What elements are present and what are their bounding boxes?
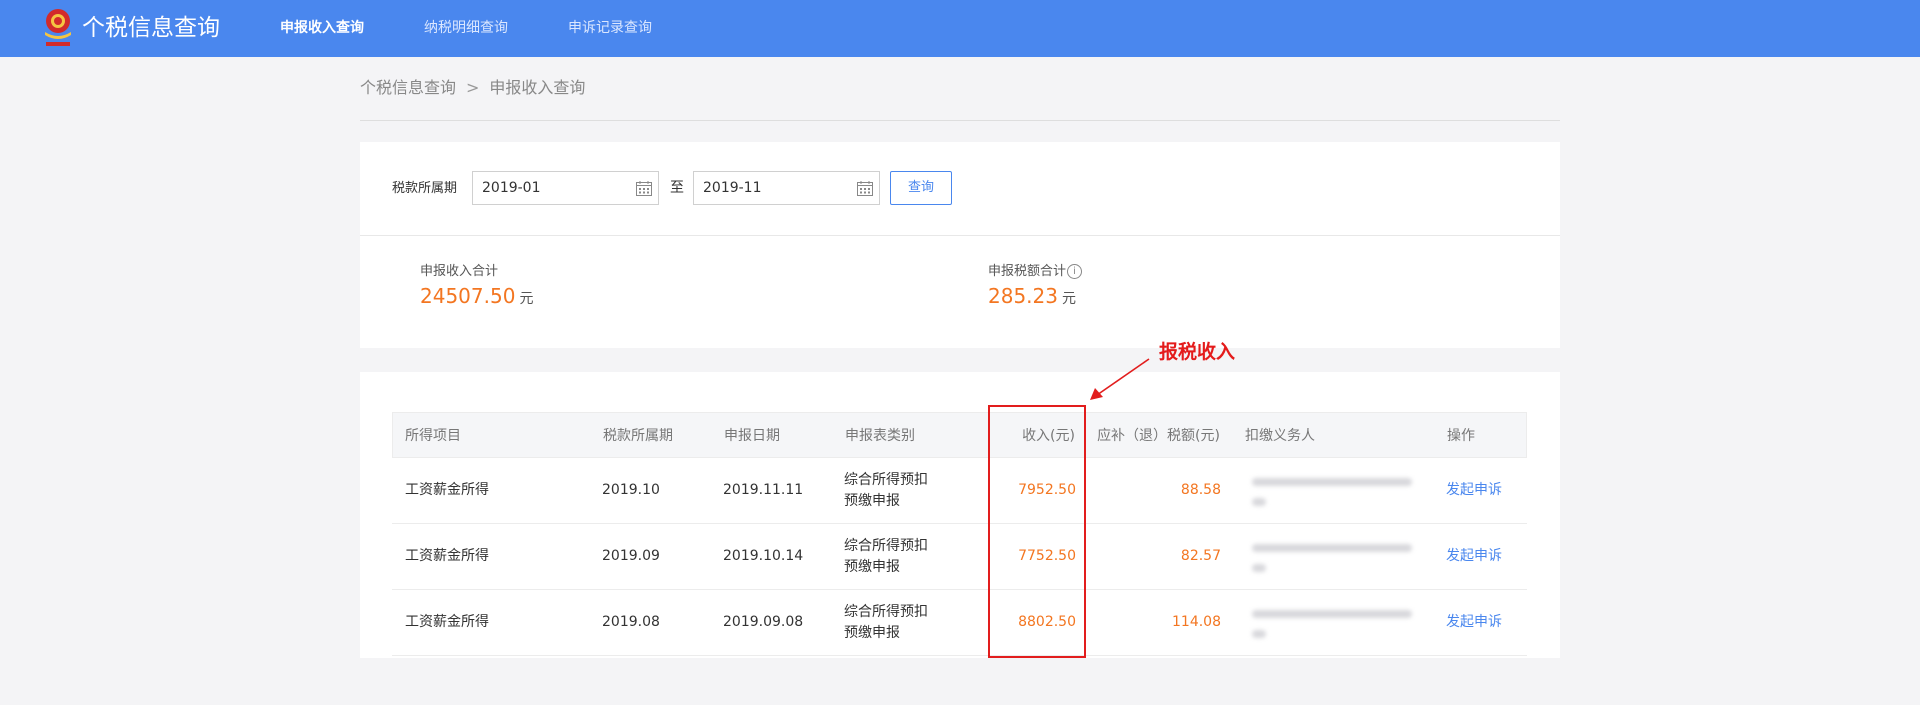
form-type-line2: 预缴申报 — [844, 493, 900, 509]
table-row: 工资薪金所得 2019.09 2019.10.14 综合所得预扣 预缴申报 775… — [392, 524, 1527, 590]
form-type-line2: 预缴申报 — [844, 559, 900, 575]
end-period-input[interactable] — [694, 172, 844, 204]
breadcrumb-root[interactable]: 个税信息查询 — [360, 78, 456, 97]
appeal-link[interactable]: 发起申诉 — [1446, 546, 1502, 566]
cell-tax-period: 2019.09 — [602, 548, 660, 564]
blurred-agent-name — [1252, 498, 1266, 506]
annotation-label: 报税收入 — [1159, 341, 1236, 363]
form-type-line2: 预缴申报 — [844, 625, 900, 641]
col-form-type: 申报表类别 — [845, 428, 915, 444]
blurred-agent-name — [1252, 630, 1266, 638]
cell-form-type: 综合所得预扣 预缴申报 — [844, 470, 928, 512]
breadcrumb-divider — [360, 120, 1560, 121]
appeal-link[interactable]: 发起申诉 — [1446, 480, 1502, 500]
cell-tax-due: 82.57 — [1180, 548, 1221, 564]
breadcrumb-current: 申报收入查询 — [489, 78, 586, 97]
cell-declare-date: 2019.09.08 — [723, 614, 804, 630]
table-row: 工资薪金所得 2019.08 2019.09.08 综合所得预扣 预缴申报 880… — [392, 590, 1527, 656]
tax-emblem-icon — [45, 9, 71, 46]
income-unit: 元 — [519, 291, 534, 307]
cell-tax-due: 88.58 — [1180, 482, 1221, 498]
table-row: 工资薪金所得 2019.10 2019.11.11 综合所得预扣 预缴申报 795… — [392, 458, 1527, 524]
tax-unit: 元 — [1061, 291, 1076, 307]
col-action: 操作 — [1447, 428, 1475, 444]
form-type-line1: 综合所得预扣 — [844, 538, 928, 554]
cell-income-item: 工资薪金所得 — [405, 614, 489, 630]
declared-tax-total-value: 285.23 — [988, 284, 1058, 308]
end-period-picker[interactable] — [693, 171, 880, 205]
blurred-agent-name — [1252, 564, 1266, 572]
top-navigation-bar: 个税信息查询 申报收入查询 纳税明细查询 申诉记录查询 — [0, 0, 1920, 57]
form-type-line1: 综合所得预扣 — [844, 472, 928, 488]
annotation-arrow-icon — [1090, 358, 1150, 400]
declared-income-total-value: 24507.50 — [420, 284, 516, 308]
cell-income-item: 工资薪金所得 — [405, 548, 489, 564]
panel-divider — [360, 235, 1560, 236]
col-withholding-agent: 扣缴义务人 — [1245, 428, 1315, 444]
cell-form-type: 综合所得预扣 预缴申报 — [844, 602, 928, 644]
app-title: 个税信息查询 — [82, 15, 220, 41]
declared-income-total: 24507.50 元 — [420, 282, 533, 313]
cell-income-item: 工资薪金所得 — [405, 482, 489, 498]
tax-period-label: 税款所属期 — [392, 181, 458, 196]
cell-form-type: 综合所得预扣 预缴申报 — [844, 536, 928, 578]
col-tax-period: 税款所属期 — [603, 428, 673, 444]
income-table-panel: 所得项目 税款所属期 申报日期 申报表类别 收入(元) 应补（退）税额(元) 扣… — [360, 372, 1560, 658]
calendar-icon[interactable] — [857, 181, 873, 196]
col-tax-due: 应补（退）税额(元) — [1097, 428, 1220, 444]
query-button[interactable]: 查询 — [890, 171, 952, 205]
table-header: 所得项目 税款所属期 申报日期 申报表类别 收入(元) 应补（退）税额(元) 扣… — [392, 412, 1527, 458]
form-type-line1: 综合所得预扣 — [844, 604, 928, 620]
breadcrumb-separator: > — [466, 78, 480, 97]
cell-tax-period: 2019.08 — [602, 614, 660, 630]
start-period-input[interactable] — [473, 172, 623, 204]
start-period-picker[interactable] — [472, 171, 659, 205]
cell-declare-date: 2019.11.11 — [723, 482, 804, 498]
info-icon[interactable]: i — [1067, 264, 1083, 279]
cell-declare-date: 2019.10.14 — [723, 548, 804, 564]
cell-tax-period: 2019.10 — [602, 482, 660, 498]
breadcrumb: 个税信息查询 > 申报收入查询 — [360, 77, 585, 99]
appeal-link[interactable]: 发起申诉 — [1446, 612, 1502, 632]
nav-declared-income[interactable]: 申报收入查询 — [280, 18, 364, 38]
to-separator: 至 — [670, 180, 684, 196]
blurred-agent-name — [1252, 478, 1412, 486]
declared-tax-total-label: 申报税额合计 i — [988, 263, 1083, 281]
nav-appeal-records[interactable]: 申诉记录查询 — [568, 18, 652, 38]
col-income-item: 所得项目 — [405, 428, 461, 444]
nav-tax-details[interactable]: 纳税明细查询 — [424, 18, 508, 38]
blurred-agent-name — [1252, 610, 1412, 618]
declared-tax-total: 285.23 元 — [988, 282, 1076, 313]
declared-income-total-label: 申报收入合计 — [420, 264, 499, 279]
income-column-highlight — [988, 405, 1086, 658]
blurred-agent-name — [1252, 544, 1412, 552]
cell-tax-due: 114.08 — [1172, 614, 1221, 630]
col-declare-date: 申报日期 — [724, 428, 780, 444]
filter-summary-panel: 税款所属期 至 查询 申报收入合计 24507.50元 申报税额合计i 285.… — [360, 142, 1560, 348]
declared-tax-total-label-text: 申报税额合计 — [988, 264, 1067, 279]
calendar-icon[interactable] — [636, 181, 652, 196]
